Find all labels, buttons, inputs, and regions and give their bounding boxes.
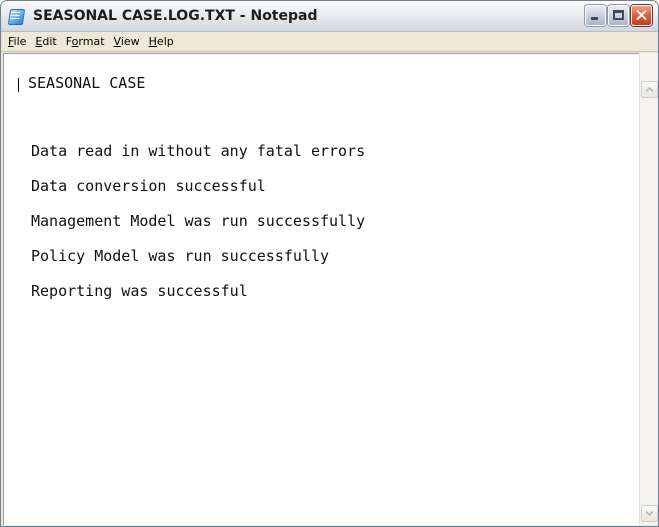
notepad-icon[interactable] [7,7,26,25]
menu-bar: File Edit Format View Help [1,32,658,52]
window-title: SEASONAL CASE.LOG.TXT - Notepad [33,8,318,24]
close-button[interactable] [631,5,652,26]
title-bar[interactable]: SEASONAL CASE.LOG.TXT - Notepad [1,1,658,32]
scroll-up-button[interactable] [641,81,658,98]
document-line: Data read in without any fatal errors [31,142,366,160]
menu-file[interactable]: File [5,35,32,48]
text-caret [18,78,19,92]
document-line: Reporting was successful [31,282,248,300]
minimize-button[interactable] [585,5,606,26]
chevron-down-icon [645,510,654,517]
notepad-window: SEASONAL CASE.LOG.TXT - Notepad File Edi… [0,0,659,527]
document-line: Data conversion successful [31,177,266,195]
menu-format[interactable]: Format [63,35,111,48]
document-line: SEASONAL CASE [28,74,146,92]
window-controls [585,5,652,26]
close-icon [632,6,651,25]
chevron-up-icon [645,86,654,93]
menu-view[interactable]: View [111,35,146,48]
text-editor-area[interactable]: SEASONAL CASE Data read in without any f… [3,53,639,525]
maximize-icon [613,10,624,20]
menu-help[interactable]: Help [146,35,180,48]
menu-edit[interactable]: Edit [32,35,62,48]
vertical-scrollbar[interactable] [639,53,658,525]
scroll-down-button[interactable] [641,505,658,522]
document-line: Policy Model was run successfully [31,247,330,265]
maximize-button[interactable] [608,5,629,26]
minimize-icon [591,17,598,20]
document-line: Management Model was run successfully [31,212,366,230]
